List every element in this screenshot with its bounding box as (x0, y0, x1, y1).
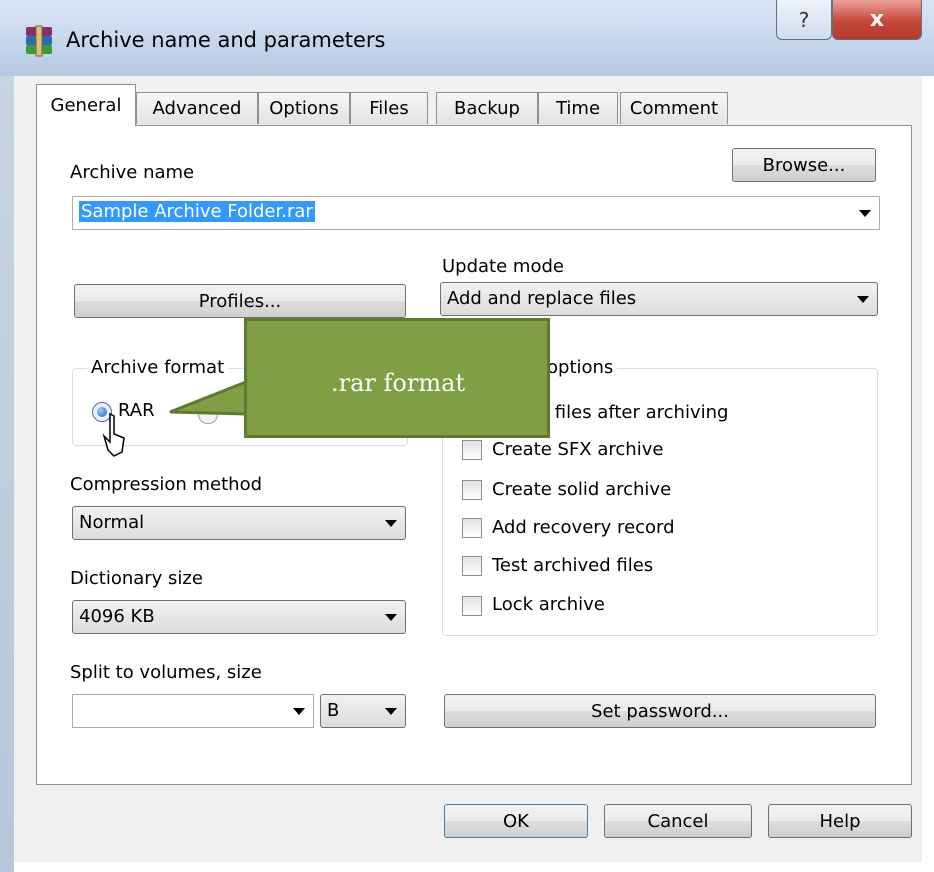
tab-options[interactable]: Options (258, 92, 350, 124)
help-icon: ? (798, 7, 810, 32)
cancel-button[interactable]: Cancel (604, 804, 752, 838)
split-volumes-combo[interactable] (72, 694, 314, 728)
format-callout: .rar format (244, 318, 550, 438)
recovery-record-label: Add recovery record (492, 517, 675, 538)
title-help-button[interactable]: ? (776, 0, 832, 40)
tab-files[interactable]: Files (350, 92, 428, 124)
callout-pointer (169, 379, 248, 416)
option-delete-files-label: e files after archiving (538, 402, 729, 423)
chevron-down-icon[interactable] (857, 296, 869, 303)
title-bar[interactable]: Archive name and parameters ? x (0, 0, 934, 76)
split-unit-value: B (327, 700, 340, 721)
create-sfx-label: Create SFX archive (492, 439, 664, 460)
update-mode-label: Update mode (442, 256, 564, 277)
test-files-checkbox[interactable] (462, 556, 482, 576)
help-button[interactable]: Help (768, 804, 912, 838)
lock-archive-label: Lock archive (492, 594, 605, 615)
close-icon: x (869, 7, 885, 32)
lock-archive-checkbox[interactable] (462, 596, 482, 616)
set-password-button[interactable]: Set password... (444, 694, 876, 728)
mouse-cursor-icon (102, 412, 125, 457)
tab-backup[interactable]: Backup (436, 92, 538, 124)
title-close-button[interactable]: x (832, 0, 922, 40)
callout-text: .rar format (331, 369, 466, 397)
ok-button[interactable]: OK (444, 804, 588, 838)
dictionary-size-label: Dictionary size (70, 568, 203, 589)
tab-comment[interactable]: Comment (620, 92, 728, 124)
archive-name-value: Sample Archive Folder.rar (79, 201, 315, 222)
chevron-down-icon[interactable] (385, 614, 397, 621)
compression-method-select[interactable]: Normal (72, 506, 406, 540)
compression-method-value: Normal (79, 512, 145, 533)
archive-name-label: Archive name (70, 162, 195, 183)
browse-button[interactable]: Browse... (732, 148, 876, 182)
update-mode-value: Add and replace files (447, 288, 637, 309)
dictionary-size-select[interactable]: 4096 KB (72, 600, 406, 634)
update-mode-select[interactable]: Add and replace files (440, 282, 878, 316)
winrar-icon (26, 25, 52, 57)
dictionary-size-value: 4096 KB (79, 606, 155, 627)
archive-name-combo[interactable]: Sample Archive Folder.rar (72, 196, 880, 230)
compression-method-label: Compression method (70, 474, 263, 495)
tab-advanced[interactable]: Advanced (136, 92, 258, 124)
chevron-down-icon[interactable] (385, 708, 397, 715)
recovery-record-checkbox[interactable] (462, 518, 482, 538)
create-solid-checkbox[interactable] (462, 480, 482, 500)
create-sfx-checkbox[interactable] (462, 440, 482, 460)
tab-general[interactable]: General (36, 84, 136, 126)
tab-time[interactable]: Time (538, 92, 618, 124)
chevron-down-icon[interactable] (293, 708, 305, 715)
archive-format-label: Archive format (87, 357, 229, 378)
split-volumes-label: Split to volumes, size (70, 662, 262, 683)
chevron-down-icon[interactable] (859, 210, 871, 217)
window-title: Archive name and parameters (66, 28, 386, 52)
test-files-label: Test archived files (492, 555, 654, 576)
chevron-down-icon[interactable] (385, 520, 397, 527)
create-solid-label: Create solid archive (492, 479, 672, 500)
split-unit-select[interactable]: B (320, 694, 406, 728)
archiving-options-label: options (543, 357, 618, 378)
archive-dialog: Archive name and parameters ? x General … (0, 0, 934, 872)
profiles-button[interactable]: Profiles... (74, 284, 406, 318)
